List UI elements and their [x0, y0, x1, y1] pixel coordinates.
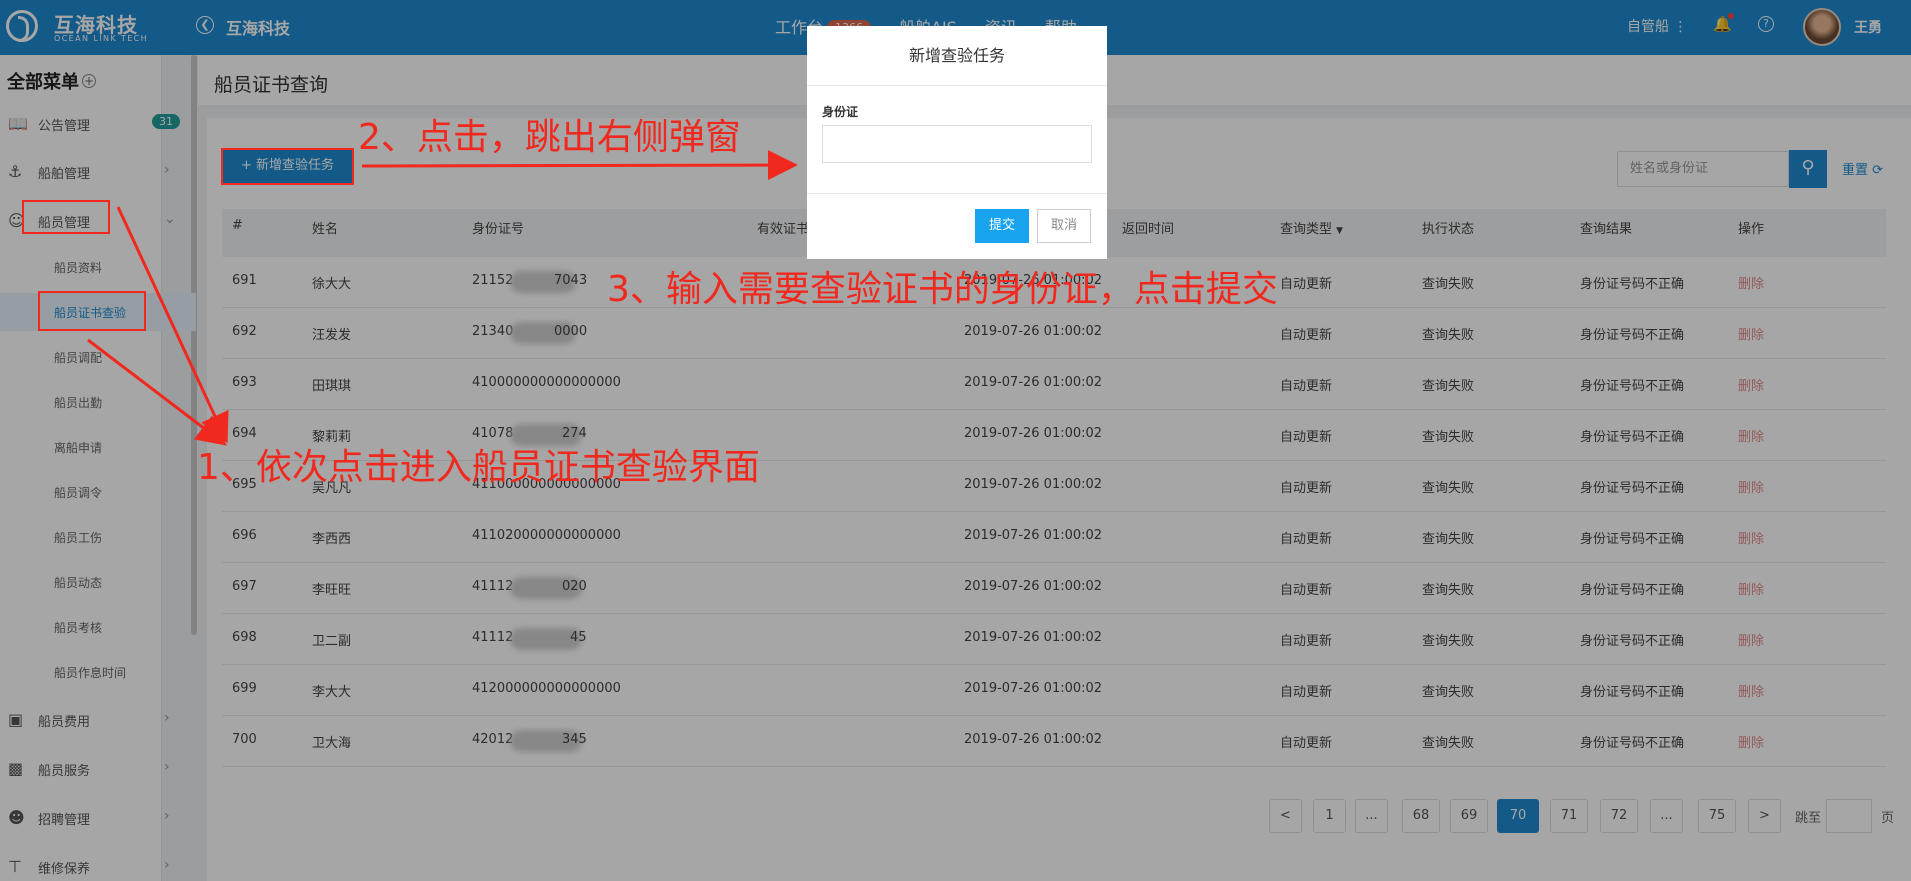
- arrow-button-to-modal: [361, 150, 798, 181]
- annotation-arrows: [87, 150, 798, 446]
